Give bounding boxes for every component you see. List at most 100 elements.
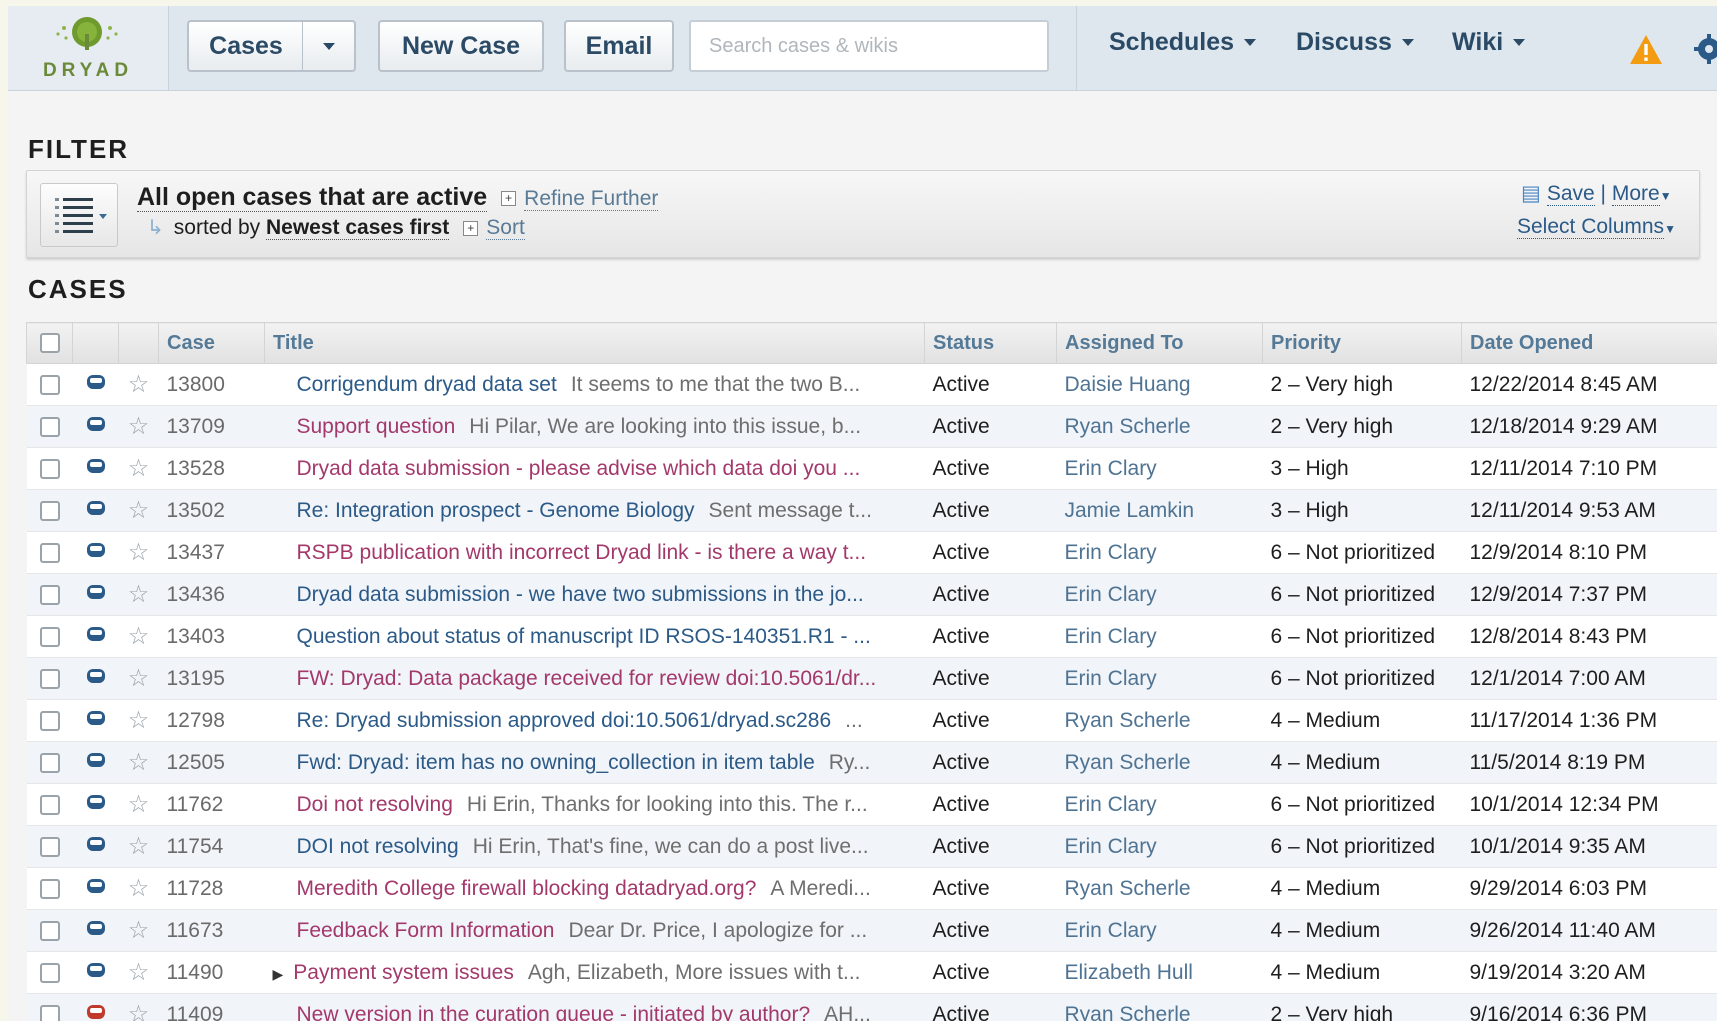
row-checkbox-cell[interactable]: [26, 657, 73, 700]
star-cell[interactable]: ☆: [118, 573, 159, 616]
col-header-date[interactable]: Date Opened: [1461, 322, 1717, 364]
star-icon[interactable]: ☆: [128, 371, 150, 398]
star-icon[interactable]: ☆: [128, 833, 150, 860]
case-title-link[interactable]: Meredith College firewall blocking datad…: [297, 877, 757, 900]
star-cell[interactable]: ☆: [118, 951, 159, 994]
case-title-link[interactable]: Doi not resolving: [297, 793, 453, 816]
row-checkbox-cell[interactable]: [26, 363, 73, 406]
case-assignee[interactable]: Erin Clary: [1056, 657, 1263, 700]
row-checkbox-cell[interactable]: [26, 951, 73, 994]
table-row[interactable]: ☆ 11409 New version in the curation queue …: [26, 993, 1717, 1021]
row-checkbox-cell[interactable]: [26, 615, 73, 658]
row-checkbox-cell[interactable]: [26, 825, 73, 868]
table-row[interactable]: ☆ 11762 Doi not resolving Hi Erin, Thanks f…: [26, 783, 1717, 826]
case-title-cell[interactable]: DOI not resolving Hi Erin, That's fine, w…: [264, 825, 925, 868]
star-icon[interactable]: ☆: [128, 707, 150, 734]
dryad-logo[interactable]: DRYAD: [8, 6, 169, 90]
row-checkbox[interactable]: [39, 458, 60, 479]
expand-arrow-icon[interactable]: ▶: [273, 966, 284, 982]
case-number[interactable]: 11409: [158, 993, 265, 1021]
table-row[interactable]: ☆ 13403 Question about status of manuscrip…: [26, 615, 1717, 658]
row-checkbox[interactable]: [39, 374, 60, 395]
table-row[interactable]: ☆ 13502 Re: Integration prospect - Genome …: [26, 489, 1717, 532]
sort-order-link[interactable]: Newest cases first: [266, 216, 450, 240]
case-assignee[interactable]: Elizabeth Hull: [1056, 951, 1263, 994]
search-input[interactable]: Search cases & wikis: [689, 20, 1049, 72]
case-title-cell[interactable]: Re: Dryad submission approved doi:10.506…: [264, 699, 925, 742]
case-title-link[interactable]: Corrigendum dryad data set: [297, 373, 557, 396]
save-link[interactable]: Save: [1546, 182, 1595, 206]
case-number[interactable]: 13709: [158, 405, 265, 448]
case-title-link[interactable]: Feedback Form Information: [297, 919, 555, 942]
case-assignee[interactable]: Erin Clary: [1056, 531, 1263, 574]
star-icon[interactable]: ☆: [128, 455, 150, 482]
refine-further-link[interactable]: Refine Further: [524, 187, 659, 211]
case-assignee[interactable]: Erin Clary: [1056, 615, 1263, 658]
case-title-link[interactable]: RSPB publication with incorrect Dryad li…: [297, 541, 867, 564]
star-icon[interactable]: ☆: [128, 749, 150, 776]
row-checkbox-cell[interactable]: [26, 489, 73, 532]
case-assignee[interactable]: Ryan Scherle: [1056, 993, 1263, 1021]
case-assignee[interactable]: Daisie Huang: [1056, 363, 1263, 406]
nav-wiki[interactable]: Wiki: [1452, 28, 1526, 57]
case-assignee[interactable]: Erin Clary: [1056, 909, 1263, 952]
case-title-cell[interactable]: Feedback Form Information Dear Dr. Price,…: [264, 909, 925, 952]
cases-button[interactable]: Cases: [187, 20, 303, 72]
row-checkbox-cell[interactable]: [26, 909, 73, 952]
star-icon[interactable]: ☆: [128, 623, 150, 650]
star-icon[interactable]: ☆: [128, 539, 150, 566]
case-title-cell[interactable]: New version in the curation queue - init…: [264, 993, 925, 1021]
case-title-cell[interactable]: ▶ Payment system issues Agh, Elizabeth, Mo…: [264, 951, 925, 994]
row-checkbox-cell[interactable]: [26, 867, 73, 910]
row-checkbox-cell[interactable]: [26, 699, 73, 742]
case-assignee[interactable]: Ryan Scherle: [1056, 405, 1263, 448]
new-case-button[interactable]: New Case: [378, 20, 544, 72]
row-checkbox[interactable]: [39, 626, 60, 647]
table-row[interactable]: ☆ 13800 Corrigendum dryad data set It seems…: [26, 363, 1717, 406]
case-number[interactable]: 13502: [158, 489, 265, 532]
case-number[interactable]: 13436: [158, 573, 265, 616]
case-assignee[interactable]: Erin Clary: [1056, 783, 1263, 826]
star-cell[interactable]: ☆: [118, 909, 159, 952]
row-checkbox[interactable]: [39, 584, 60, 605]
star-cell[interactable]: ☆: [118, 699, 159, 742]
case-assignee[interactable]: Ryan Scherle: [1056, 741, 1263, 784]
case-title-link[interactable]: Re: Integration prospect - Genome Biolog…: [297, 499, 695, 522]
star-cell[interactable]: ☆: [118, 783, 159, 826]
row-checkbox[interactable]: [39, 1004, 60, 1021]
case-number[interactable]: 13437: [158, 531, 265, 574]
table-row[interactable]: ☆ 13709 Support question Hi Pilar, We are l…: [26, 405, 1717, 448]
row-checkbox[interactable]: [39, 920, 60, 941]
row-checkbox[interactable]: [39, 710, 60, 731]
case-title-link[interactable]: Payment system issues: [293, 961, 514, 984]
case-title-link[interactable]: Question about status of manuscript ID R…: [297, 625, 871, 648]
row-checkbox-cell[interactable]: [26, 993, 73, 1021]
row-checkbox[interactable]: [39, 668, 60, 689]
case-title-cell[interactable]: FW: Dryad: Data package received for rev…: [264, 657, 925, 700]
nav-discuss[interactable]: Discuss: [1296, 28, 1414, 57]
case-assignee[interactable]: Erin Clary: [1056, 825, 1263, 868]
star-cell[interactable]: ☆: [118, 741, 159, 784]
star-cell[interactable]: ☆: [118, 867, 159, 910]
case-number[interactable]: 11754: [158, 825, 265, 868]
select-all-header[interactable]: [26, 322, 73, 364]
row-checkbox[interactable]: [39, 500, 60, 521]
row-checkbox[interactable]: [39, 752, 60, 773]
case-assignee[interactable]: Ryan Scherle: [1056, 699, 1263, 742]
case-title-link[interactable]: FW: Dryad: Data package received for rev…: [297, 667, 877, 690]
case-number[interactable]: 11762: [158, 783, 265, 826]
row-checkbox[interactable]: [39, 962, 60, 983]
case-title-cell[interactable]: Fwd: Dryad: item has no owning_collectio…: [264, 741, 925, 784]
row-checkbox[interactable]: [39, 794, 60, 815]
star-icon[interactable]: ☆: [128, 875, 150, 902]
cases-dropdown-button[interactable]: [302, 20, 356, 72]
case-title-cell[interactable]: Meredith College firewall blocking datad…: [264, 867, 925, 910]
star-cell[interactable]: ☆: [118, 657, 159, 700]
star-icon[interactable]: ☆: [128, 665, 150, 692]
table-row[interactable]: ☆ 11754 DOI not resolving Hi Erin, That's f…: [26, 825, 1717, 868]
case-number[interactable]: 13195: [158, 657, 265, 700]
star-icon[interactable]: ☆: [128, 497, 150, 524]
case-assignee[interactable]: Erin Clary: [1056, 447, 1263, 490]
case-title-link[interactable]: Dryad data submission - please advise wh…: [297, 457, 861, 480]
select-all-checkbox[interactable]: [39, 333, 60, 354]
